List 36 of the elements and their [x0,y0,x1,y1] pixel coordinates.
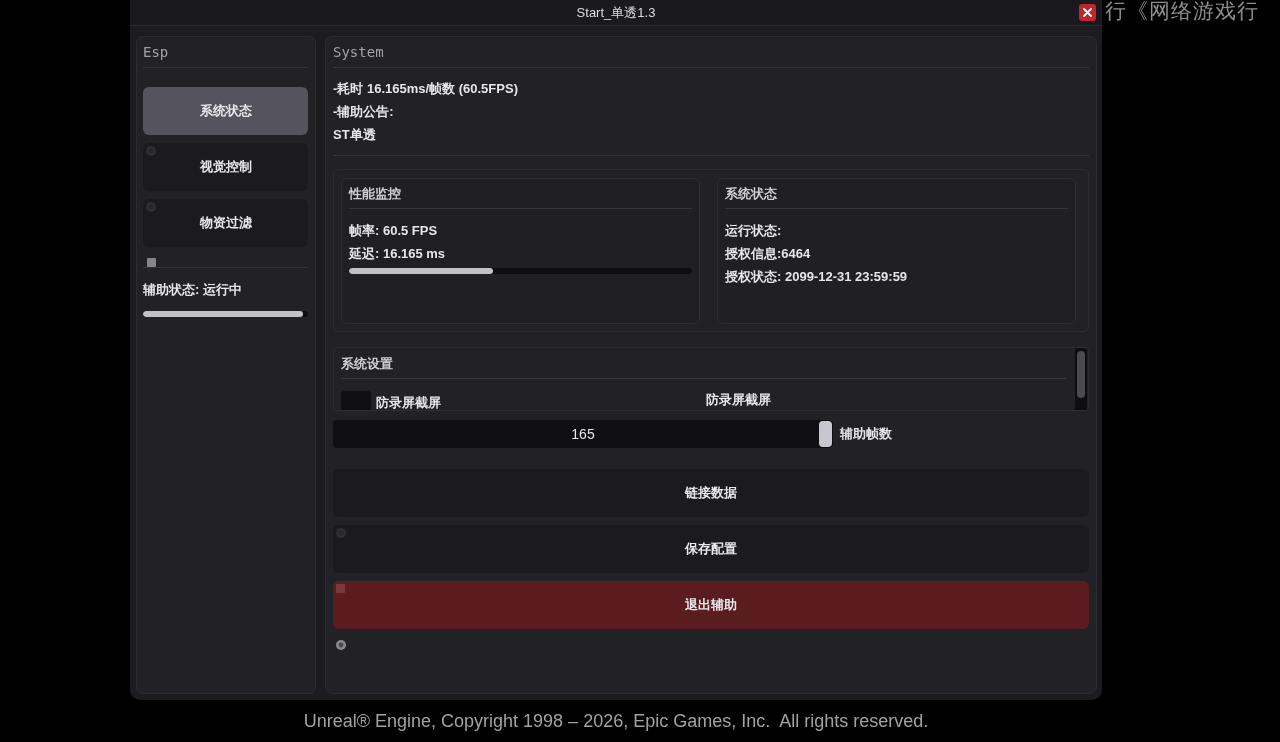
option-caption: 防录屏截屏 [706,392,771,408]
close-button[interactable] [1079,4,1096,21]
slider-label: 辅助帧数 [840,425,892,443]
section-title: 系统设置 [341,348,1066,379]
info-text: -耗时 16.165ms/帧数 (60.5FPS) [333,80,519,98]
action-button[interactable]: 链接数据 [333,469,1089,517]
card-title: 性能监控 [349,179,692,209]
card-text: 延迟: 16.165 ms [349,245,447,263]
info-text: -辅助公告: [333,103,395,121]
card-text: 帧率: 60.5 FPS [349,222,439,240]
action-button[interactable]: 保存配置 [333,525,1089,573]
window-title: Start_单透1.3 [576,3,656,22]
ring-icon [336,640,346,650]
panel-title: System [333,37,1089,68]
card-text: 授权信息:6464 [725,245,812,263]
nav-item[interactable]: 系统状态 [143,87,308,135]
slider-thumb[interactable] [819,421,832,447]
info-text: ST单透 [333,126,377,144]
card-title: 系统状态 [725,179,1068,209]
status-text: 辅助状态: 运行中 [143,282,243,298]
panel-title: Esp [143,37,308,68]
card-text: 运行状态: [725,222,783,240]
card-text: 授权状态: 2099-12-31 23:59:59 [725,268,909,286]
background-text: 行《网络游戏行 [1105,0,1259,23]
scrollbar-thumb[interactable] [1077,351,1085,398]
square-icon [336,584,345,593]
close-icon [1083,8,1092,17]
nav-item[interactable]: 物资过滤 [143,199,308,247]
footer-text: Unreal® Engine, Copyright 1998 – 2026, Epic Games, Inc. All rights reserved. [302,710,930,733]
checkbox[interactable] [341,391,371,410]
nav-item[interactable]: 视觉控制 [143,143,308,191]
square-icon [147,258,156,267]
checkbox-label: 防录屏截屏 [376,395,441,410]
slider-track[interactable]: 165 [333,420,833,448]
scrollbar[interactable] [1075,348,1087,410]
exit-button[interactable]: 退出辅助 [333,581,1089,629]
